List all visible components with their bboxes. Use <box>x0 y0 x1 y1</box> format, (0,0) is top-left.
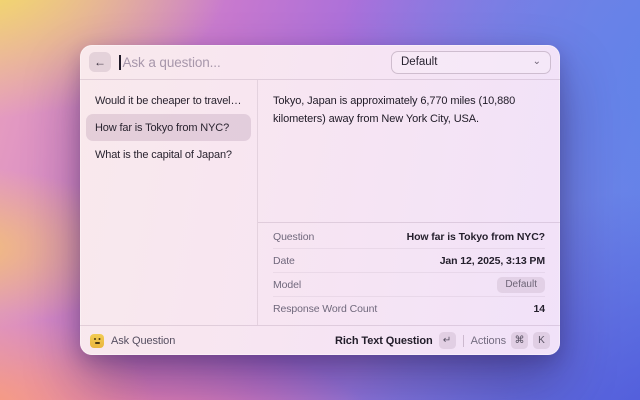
metadata-row-question: Question How far is Tokyo from NYC? <box>273 225 545 249</box>
k-key-icon: K <box>533 332 550 349</box>
metadata-row-word-count: Response Word Count 14 <box>273 297 545 321</box>
header-bar: ← Ask a question... Default ⌄ <box>80 45 560 80</box>
metadata-panel: Question How far is Tokyo from NYC? Date… <box>258 222 560 325</box>
footer-bar: Ask Question Rich Text Question ↵ Action… <box>80 325 560 355</box>
ask-question-app-icon <box>90 334 104 348</box>
list-item-question-3[interactable]: What is the capital of Japan? <box>86 141 251 168</box>
command-key-icon: ⌘ <box>511 332 528 349</box>
command-name: Ask Question <box>111 335 175 347</box>
search-input[interactable]: Ask a question... <box>119 55 383 70</box>
footer-actions: Rich Text Question ↵ Actions ⌘ K <box>335 332 550 349</box>
chevron-down-icon: ⌄ <box>533 57 541 67</box>
raycast-window: ← Ask a question... Default ⌄ Would it b… <box>80 45 560 355</box>
metadata-row-date: Date Jan 12, 2025, 3:13 PM <box>273 249 545 273</box>
back-arrow-icon: ← <box>94 55 106 69</box>
list-item-question-1[interactable]: Would it be cheaper to travel to Euro... <box>86 87 251 114</box>
actions-button[interactable]: Actions ⌘ K <box>471 332 550 349</box>
detail-panel: Tokyo, Japan is approximately 6,770 mile… <box>258 80 560 325</box>
desktop-background: { "window": { "header": { "search_placeh… <box>0 0 640 400</box>
search-placeholder: Ask a question... <box>123 55 221 70</box>
model-dropdown[interactable]: Default ⌄ <box>391 51 551 74</box>
rich-text-question-button[interactable]: Rich Text Question ↵ <box>335 332 456 349</box>
answer-text: Tokyo, Japan is approximately 6,770 mile… <box>258 80 560 222</box>
text-cursor <box>119 55 121 70</box>
back-button[interactable]: ← <box>89 52 111 72</box>
return-key-icon: ↵ <box>439 332 456 349</box>
question-list: Would it be cheaper to travel to Euro...… <box>80 80 258 325</box>
metadata-row-model: Model Default <box>273 273 545 297</box>
main-area: Would it be cheaper to travel to Euro...… <box>80 80 560 325</box>
model-dropdown-value: Default <box>401 56 437 68</box>
list-item-question-2-selected[interactable]: How far is Tokyo from NYC? <box>86 114 251 141</box>
footer-divider <box>463 335 464 347</box>
model-badge: Default <box>497 277 545 293</box>
